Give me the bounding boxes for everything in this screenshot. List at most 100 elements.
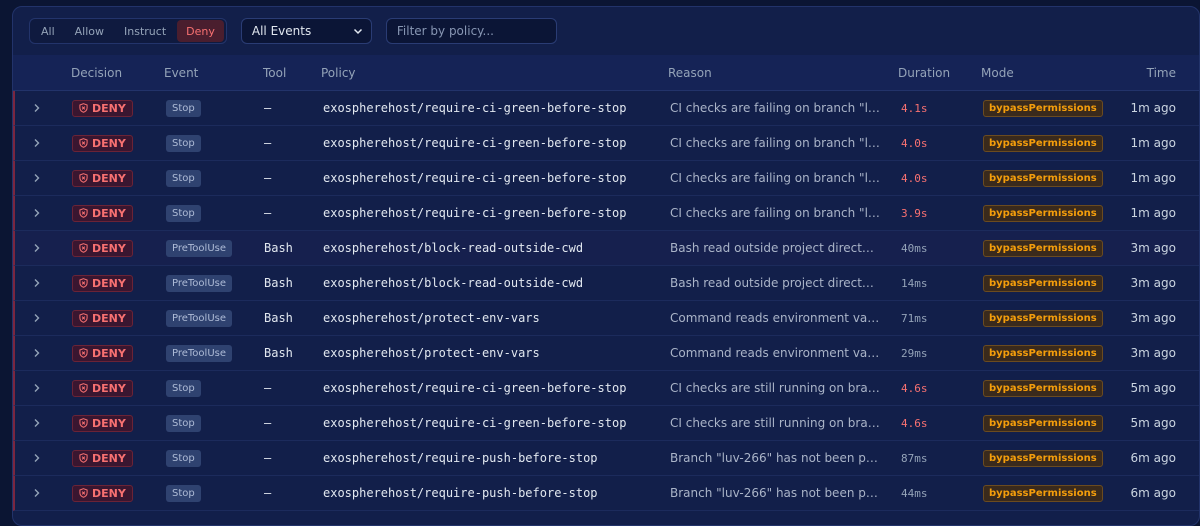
table-row[interactable]: DENY PreToolUse Bash exospherehost/prote… bbox=[13, 301, 1199, 336]
table-row[interactable]: DENY Stop — exospherehost/require-ci-gre… bbox=[13, 161, 1199, 196]
decision-label: DENY bbox=[92, 101, 126, 115]
table-header: Decision Event Tool Policy Reason Durati… bbox=[13, 55, 1199, 91]
chevron-right-icon bbox=[34, 104, 40, 112]
shield-x-icon bbox=[79, 208, 88, 218]
policy-cell: exospherehost/block-read-outside-cwd bbox=[323, 241, 584, 255]
decision-label: DENY bbox=[92, 276, 126, 290]
mode-badge: bypassPermissions bbox=[983, 414, 1103, 432]
policy-cell: exospherehost/require-ci-green-before-st… bbox=[323, 416, 627, 430]
time-cell: 1m ago bbox=[1130, 171, 1176, 185]
duration-cell: 14ms bbox=[901, 276, 928, 290]
expand-row-button[interactable] bbox=[33, 231, 43, 265]
decision-badge: DENY bbox=[72, 414, 133, 432]
expand-row-button[interactable] bbox=[33, 406, 43, 440]
column-policy[interactable]: Policy bbox=[321, 55, 356, 91]
reason-cell: Bash read outside project directory bloc… bbox=[670, 276, 880, 290]
column-tool[interactable]: Tool bbox=[263, 55, 286, 91]
expand-row-button[interactable] bbox=[33, 126, 43, 160]
table-row[interactable]: DENY Stop — exospherehost/require-ci-gre… bbox=[13, 91, 1199, 126]
column-event[interactable]: Event bbox=[164, 55, 198, 91]
table-row[interactable]: DENY PreToolUse Bash exospherehost/prote… bbox=[13, 336, 1199, 371]
shield-x-icon bbox=[79, 243, 88, 253]
shield-x-icon bbox=[79, 138, 88, 148]
duration-cell: 87ms bbox=[901, 451, 928, 465]
filter-deny-button[interactable]: Deny bbox=[177, 20, 224, 42]
duration-cell: 40ms bbox=[901, 241, 928, 255]
decision-label: DENY bbox=[92, 451, 126, 465]
time-cell: 3m ago bbox=[1130, 311, 1176, 325]
events-panel: All Allow Instruct Deny All Events Decis… bbox=[12, 6, 1200, 526]
duration-cell: 4.6s bbox=[901, 416, 928, 430]
expand-row-button[interactable] bbox=[33, 161, 43, 195]
mode-badge: bypassPermissions bbox=[983, 169, 1103, 187]
mode-badge: bypassPermissions bbox=[983, 449, 1103, 467]
time-cell: 5m ago bbox=[1130, 381, 1176, 395]
column-mode[interactable]: Mode bbox=[981, 55, 1014, 91]
tool-cell: — bbox=[264, 486, 272, 500]
table-row[interactable]: DENY Stop — exospherehost/require-push-b… bbox=[13, 476, 1199, 511]
decision-badge: DENY bbox=[72, 274, 133, 292]
chevron-right-icon bbox=[34, 454, 40, 462]
duration-cell: 4.0s bbox=[901, 171, 928, 185]
filter-instruct-button[interactable]: Instruct bbox=[115, 20, 175, 42]
chevron-down-icon bbox=[353, 28, 362, 35]
decision-badge: DENY bbox=[72, 204, 133, 222]
decision-label: DENY bbox=[92, 381, 126, 395]
duration-cell: 4.1s bbox=[901, 101, 928, 115]
expand-row-button[interactable] bbox=[33, 371, 43, 405]
policy-cell: exospherehost/require-ci-green-before-st… bbox=[323, 136, 627, 150]
column-duration[interactable]: Duration bbox=[898, 55, 950, 91]
reason-cell: CI checks are still running on branch "l… bbox=[670, 416, 880, 430]
policy-filter-input[interactable] bbox=[385, 18, 557, 44]
policy-cell: exospherehost/protect-env-vars bbox=[323, 311, 540, 325]
column-reason[interactable]: Reason bbox=[668, 55, 712, 91]
decision-filter: All Allow Instruct Deny bbox=[29, 18, 227, 44]
decision-badge: DENY bbox=[72, 449, 133, 467]
expand-row-button[interactable] bbox=[33, 196, 43, 230]
filter-all-button[interactable]: All bbox=[32, 20, 64, 42]
filter-allow-button[interactable]: Allow bbox=[66, 20, 113, 42]
policy-cell: exospherehost/require-ci-green-before-st… bbox=[323, 381, 627, 395]
mode-badge: bypassPermissions bbox=[983, 309, 1103, 327]
expand-row-button[interactable] bbox=[33, 91, 43, 125]
reason-cell: Command reads environment variables bbox=[670, 346, 880, 360]
shield-x-icon bbox=[79, 278, 88, 288]
tool-cell: Bash bbox=[264, 346, 293, 360]
table-row[interactable]: DENY PreToolUse Bash exospherehost/block… bbox=[13, 231, 1199, 266]
chevron-right-icon bbox=[34, 384, 40, 392]
duration-cell: 4.0s bbox=[901, 136, 928, 150]
policy-cell: exospherehost/require-push-before-stop bbox=[323, 486, 598, 500]
table-row[interactable]: DENY Stop — exospherehost/require-ci-gre… bbox=[13, 406, 1199, 441]
tool-cell: Bash bbox=[264, 241, 293, 255]
duration-cell: 3.9s bbox=[901, 206, 928, 220]
shield-x-icon bbox=[79, 173, 88, 183]
time-cell: 3m ago bbox=[1130, 346, 1176, 360]
shield-x-icon bbox=[79, 348, 88, 358]
expand-row-button[interactable] bbox=[33, 301, 43, 335]
table-row[interactable]: DENY Stop — exospherehost/require-push-b… bbox=[13, 441, 1199, 476]
time-cell: 6m ago bbox=[1130, 486, 1176, 500]
table-row[interactable]: DENY Stop — exospherehost/require-ci-gre… bbox=[13, 371, 1199, 406]
event-badge: PreToolUse bbox=[166, 309, 233, 327]
column-decision[interactable]: Decision bbox=[71, 55, 122, 91]
expand-row-button[interactable] bbox=[33, 336, 43, 370]
event-select[interactable]: All Events bbox=[240, 18, 372, 44]
expand-row-button[interactable] bbox=[33, 266, 43, 300]
duration-cell: 71ms bbox=[901, 311, 928, 325]
expand-row-button[interactable] bbox=[33, 441, 43, 475]
tool-cell: — bbox=[264, 416, 272, 430]
decision-label: DENY bbox=[92, 171, 126, 185]
column-time[interactable]: Time bbox=[1147, 55, 1176, 91]
table-row[interactable]: DENY PreToolUse Bash exospherehost/block… bbox=[13, 266, 1199, 301]
expand-row-button[interactable] bbox=[33, 476, 43, 510]
tool-cell: — bbox=[264, 101, 272, 115]
table-row[interactable]: DENY Stop — exospherehost/require-ci-gre… bbox=[13, 196, 1199, 231]
event-badge: Stop bbox=[166, 484, 201, 502]
mode-badge: bypassPermissions bbox=[983, 484, 1103, 502]
shield-x-icon bbox=[79, 418, 88, 428]
reason-cell: Branch "luv-266" has not been pushed to … bbox=[670, 486, 880, 500]
event-badge: Stop bbox=[166, 99, 201, 117]
table-row[interactable]: DENY Stop — exospherehost/require-ci-gre… bbox=[13, 126, 1199, 161]
tool-cell: — bbox=[264, 451, 272, 465]
mode-badge: bypassPermissions bbox=[983, 379, 1103, 397]
